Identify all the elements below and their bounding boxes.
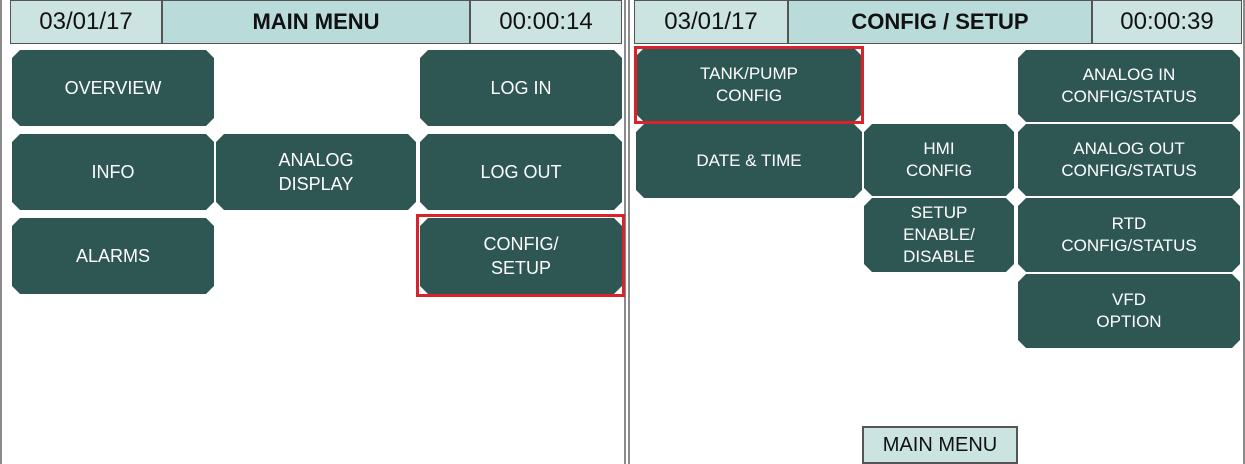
log-out-button[interactable]: LOG OUT — [420, 134, 622, 210]
main-menu-time: 00:00:14 — [470, 0, 622, 44]
tank-pump-config-button[interactable]: TANK/PUMP CONFIG — [636, 48, 862, 122]
analog-display-button[interactable]: ANALOG DISPLAY — [216, 134, 416, 210]
vfd-option-button[interactable]: VFD OPTION — [1018, 274, 1240, 348]
config-setup-button[interactable]: CONFIG/ SETUP — [420, 218, 622, 294]
config-setup-screen: 03/01/17 CONFIG / SETUP 00:00:39 TANK/PU… — [628, 0, 1245, 464]
overview-button[interactable]: OVERVIEW — [12, 50, 214, 126]
main-menu-screen: 03/01/17 MAIN MENU 00:00:14 OVERVIEW LOG… — [0, 0, 626, 464]
setup-enable-disable-button[interactable]: SETUP ENABLE/ DISABLE — [864, 198, 1014, 272]
date-time-button[interactable]: DATE & TIME — [636, 124, 862, 198]
main-menu-title: MAIN MENU — [162, 0, 470, 44]
main-menu-button[interactable]: MAIN MENU — [862, 426, 1018, 464]
config-setup-date: 03/01/17 — [634, 0, 788, 44]
config-setup-title: CONFIG / SETUP — [788, 0, 1092, 44]
config-setup-time: 00:00:39 — [1092, 0, 1242, 44]
analog-out-config-status-button[interactable]: ANALOG OUT CONFIG/STATUS — [1018, 124, 1240, 196]
info-button[interactable]: INFO — [12, 134, 214, 210]
main-menu-date: 03/01/17 — [10, 0, 162, 44]
alarms-button[interactable]: ALARMS — [12, 218, 214, 294]
rtd-config-status-button[interactable]: RTD CONFIG/STATUS — [1018, 198, 1240, 272]
analog-in-config-status-button[interactable]: ANALOG IN CONFIG/STATUS — [1018, 50, 1240, 122]
log-in-button[interactable]: LOG IN — [420, 50, 622, 126]
hmi-config-button[interactable]: HMI CONFIG — [864, 124, 1014, 196]
